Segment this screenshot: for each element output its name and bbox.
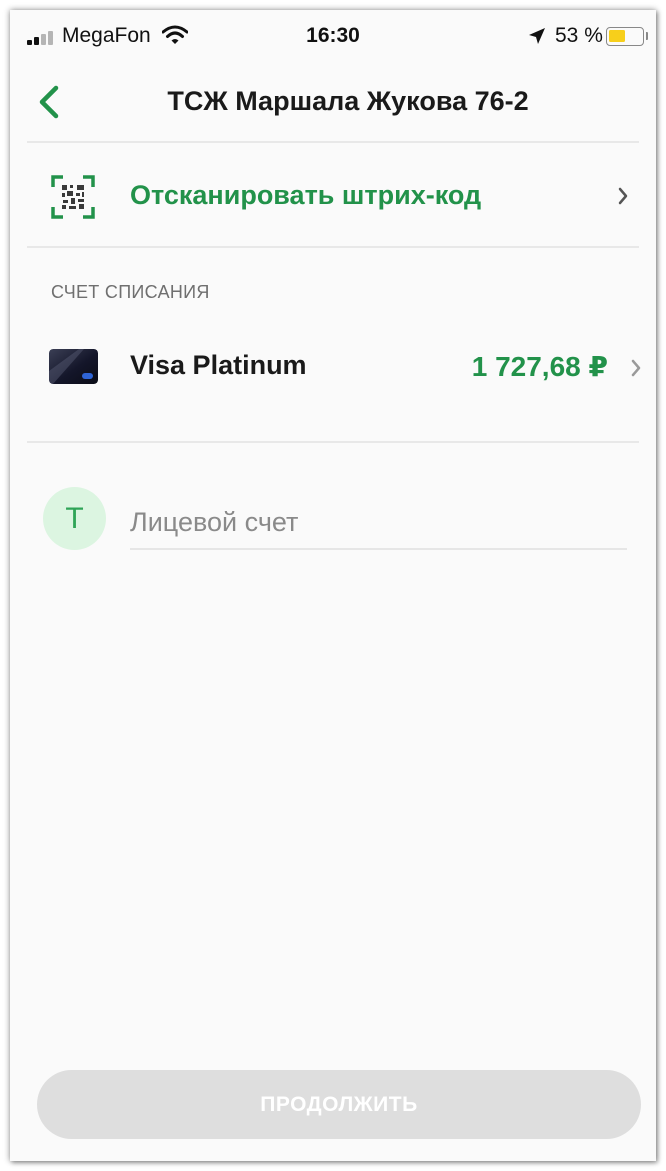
- chevron-right-icon: [631, 359, 641, 377]
- chevron-left-icon: [39, 85, 59, 119]
- back-button[interactable]: [34, 84, 64, 120]
- battery-tip: [646, 32, 648, 40]
- divider: [27, 141, 639, 143]
- personal-account-avatar: Т: [43, 487, 106, 550]
- page-title: ТСЖ Маршала Жукова 76-2: [167, 86, 529, 116]
- location-arrow-icon: [529, 28, 545, 44]
- battery-percent: 53 %: [555, 24, 603, 47]
- battery-icon: [606, 27, 644, 46]
- status-bar: MegaFon 16:30 53 %: [10, 10, 656, 60]
- card-icon: [49, 349, 98, 384]
- personal-account-input[interactable]: [130, 496, 627, 550]
- barcode-scan-icon: [51, 175, 95, 219]
- continue-button[interactable]: ПРОДОЛЖИТЬ: [37, 1070, 641, 1139]
- nav-bar: ТСЖ Маршала Жукова 76-2: [10, 60, 656, 141]
- scan-barcode-row[interactable]: Отсканировать штрих-код: [10, 144, 656, 247]
- battery-level: [609, 30, 625, 42]
- debit-account-row[interactable]: Visa Platinum 1 727,68 ₽: [10, 328, 656, 408]
- scan-barcode-label: Отсканировать штрих-код: [130, 180, 482, 210]
- divider: [27, 441, 639, 443]
- screen: MegaFon 16:30 53 % ТСЖ Маршала Жукова 76…: [10, 10, 656, 1161]
- card-name: Visa Platinum: [130, 350, 307, 380]
- card-balance: 1 727,68 ₽: [471, 351, 608, 382]
- divider: [27, 246, 639, 248]
- chevron-right-icon: [618, 187, 628, 205]
- debit-account-section-label: СЧЕТ СПИСАНИЯ: [51, 282, 210, 302]
